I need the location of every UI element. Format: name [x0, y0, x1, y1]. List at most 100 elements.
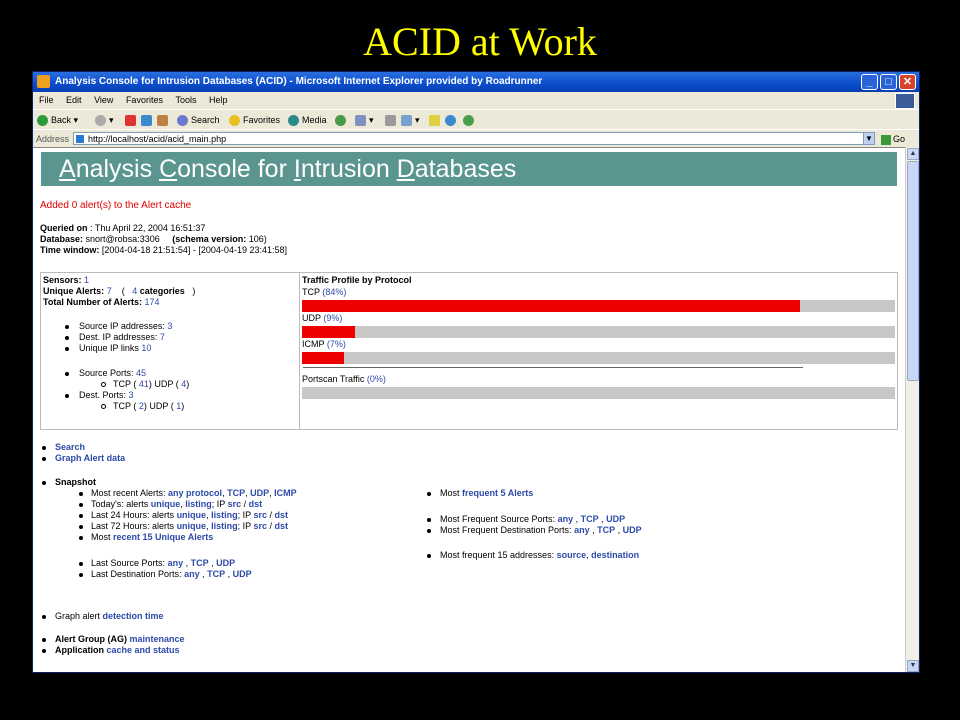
cache-status-link[interactable]: cache and status	[107, 645, 180, 655]
menu-view[interactable]: View	[94, 95, 113, 105]
research-button[interactable]	[463, 110, 477, 130]
scroll-up-arrow-icon[interactable]: ▲	[907, 148, 919, 160]
maximize-button[interactable]: □	[880, 74, 897, 90]
freq15-label: Most frequent 15 addresses:	[440, 550, 555, 560]
dst-ip-link[interactable]: 7	[160, 332, 165, 342]
today-listing-link[interactable]: listing	[185, 499, 212, 509]
src-ports-label: Source Ports:	[79, 368, 134, 378]
forward-button[interactable]: ▾	[95, 110, 114, 130]
close-button[interactable]: ✕	[899, 74, 916, 90]
freq15-destination-link[interactable]: destination	[591, 550, 639, 560]
minimize-button[interactable]: _	[861, 74, 878, 90]
mail-button[interactable]: ▾	[355, 110, 374, 130]
portscan-pct-link[interactable]: (0%)	[367, 374, 386, 384]
freq15-source-link[interactable]: source	[557, 550, 587, 560]
h72-listing-link[interactable]: listing	[211, 521, 238, 531]
today-unique-link[interactable]: unique	[151, 499, 181, 509]
unique-links-link[interactable]: 10	[141, 343, 151, 353]
last-dst-tcp-link[interactable]: TCP	[207, 569, 225, 579]
scroll-down-arrow-icon[interactable]: ▼	[907, 660, 919, 672]
dst-ports-link[interactable]: 3	[129, 390, 134, 400]
go-button[interactable]: Go	[881, 130, 905, 148]
menu-help[interactable]: Help	[209, 95, 228, 105]
categories-label: categories	[139, 286, 185, 296]
total-alerts-link[interactable]: 174	[145, 297, 160, 307]
h72-unique-link[interactable]: unique	[177, 521, 207, 531]
home-button[interactable]	[157, 110, 171, 130]
menu-file[interactable]: File	[39, 95, 54, 105]
h24-unique-link[interactable]: unique	[177, 510, 207, 520]
graph-alert-text[interactable]: Graph Alert data	[55, 453, 125, 463]
src-tcp-label: TCP (	[113, 379, 137, 389]
banner-i: I	[293, 155, 301, 183]
folder-icon	[429, 115, 440, 127]
maintenance-link[interactable]: maintenance	[130, 634, 185, 644]
sensors-link[interactable]: 1	[84, 275, 89, 285]
search-link[interactable]: Search	[55, 442, 85, 453]
dst-ip-label: Dest. IP addresses:	[79, 332, 158, 342]
graph-alert-link[interactable]: Graph Alert data	[55, 453, 125, 464]
h24-listing-link[interactable]: listing	[211, 510, 238, 520]
udp-pct-link[interactable]: (9%)	[323, 313, 342, 323]
tcp-pct-link[interactable]: (84%)	[322, 287, 346, 297]
last-src-tcp-link[interactable]: TCP	[191, 558, 209, 568]
search-link-text[interactable]: Search	[55, 442, 85, 452]
unique-alerts-link[interactable]: 7	[107, 286, 112, 296]
src-ports-link[interactable]: 45	[136, 368, 146, 378]
detection-time-link[interactable]: detection time	[103, 611, 164, 621]
freq-dst-tcp-link[interactable]: TCP	[597, 525, 615, 535]
edit-button[interactable]: ▾	[401, 110, 420, 130]
vertical-scrollbar[interactable]: ▲ ▼	[905, 147, 919, 672]
h72-dst-link[interactable]: dst	[274, 521, 288, 531]
scroll-thumb[interactable]	[907, 161, 919, 381]
icmp-label-row: ICMP (7%)	[302, 339, 346, 350]
recent15-link[interactable]: recent 15 Unique Alerts	[113, 532, 213, 542]
freq-src-udp-link[interactable]: UDP	[606, 514, 625, 524]
tcp-bar-fill	[302, 300, 801, 312]
freq-dst-ports-row: Most Frequent Destination Ports: any , T…	[440, 525, 642, 535]
today-dst-link[interactable]: dst	[249, 499, 263, 509]
address-bar: Address http://localhost/acid/acid_main.…	[33, 129, 919, 148]
last24-row: Last 24 Hours: alerts unique, listing; I…	[91, 510, 288, 520]
freq-dst-udp-link[interactable]: UDP	[623, 525, 642, 535]
recent-any-link[interactable]: any protocol	[168, 488, 222, 498]
h24-src-link[interactable]: src	[253, 510, 267, 520]
recent-icmp-link[interactable]: ICMP	[274, 488, 297, 498]
most-freq5-row: Most frequent 5 Alerts	[440, 488, 533, 499]
h24-dst-link[interactable]: dst	[274, 510, 288, 520]
recent-tcp-link[interactable]: TCP	[227, 488, 245, 498]
last-dst-any-link[interactable]: any	[184, 569, 200, 579]
favorites-button[interactable]: Favorites	[229, 110, 280, 130]
categories-link[interactable]: 4	[132, 286, 137, 296]
back-button[interactable]: Back ▾	[37, 110, 78, 130]
last-dst-udp-link[interactable]: UDP	[233, 569, 252, 579]
bullet	[79, 503, 83, 507]
freq-src-any-link[interactable]: any	[558, 514, 574, 524]
last-src-udp-link[interactable]: UDP	[216, 558, 235, 568]
address-dropdown[interactable]: ▼	[863, 132, 875, 145]
menu-edit[interactable]: Edit	[66, 95, 82, 105]
stop-button[interactable]	[125, 110, 139, 130]
stats-summary: Sensors: 1 Unique Alerts: 7 ( 4 categori…	[41, 273, 300, 429]
h72-src-link[interactable]: src	[253, 521, 267, 531]
address-input[interactable]: http://localhost/acid/acid_main.php	[73, 132, 873, 145]
last-src-any-link[interactable]: any	[168, 558, 184, 568]
icmp-pct-link[interactable]: (7%)	[327, 339, 346, 349]
most-freq5-link[interactable]: frequent 5 Alerts	[462, 488, 533, 498]
search-button[interactable]: Search	[177, 110, 220, 130]
refresh-button[interactable]	[141, 110, 155, 130]
print-button[interactable]	[385, 110, 399, 130]
src-tcp-link[interactable]: 41	[139, 379, 149, 389]
recent-udp-link[interactable]: UDP	[250, 488, 269, 498]
history-button[interactable]	[335, 110, 349, 130]
messenger-button[interactable]	[445, 110, 459, 130]
today-src-link[interactable]: src	[228, 499, 242, 509]
freq-dst-any-link[interactable]: any	[574, 525, 590, 535]
discuss-button[interactable]	[429, 110, 443, 130]
src-ip-link[interactable]: 3	[167, 321, 172, 331]
menu-favorites[interactable]: Favorites	[126, 95, 163, 105]
menu-tools[interactable]: Tools	[175, 95, 196, 105]
media-button[interactable]: Media	[288, 110, 327, 130]
back-label: Back	[51, 115, 72, 125]
freq-src-tcp-link[interactable]: TCP	[581, 514, 599, 524]
